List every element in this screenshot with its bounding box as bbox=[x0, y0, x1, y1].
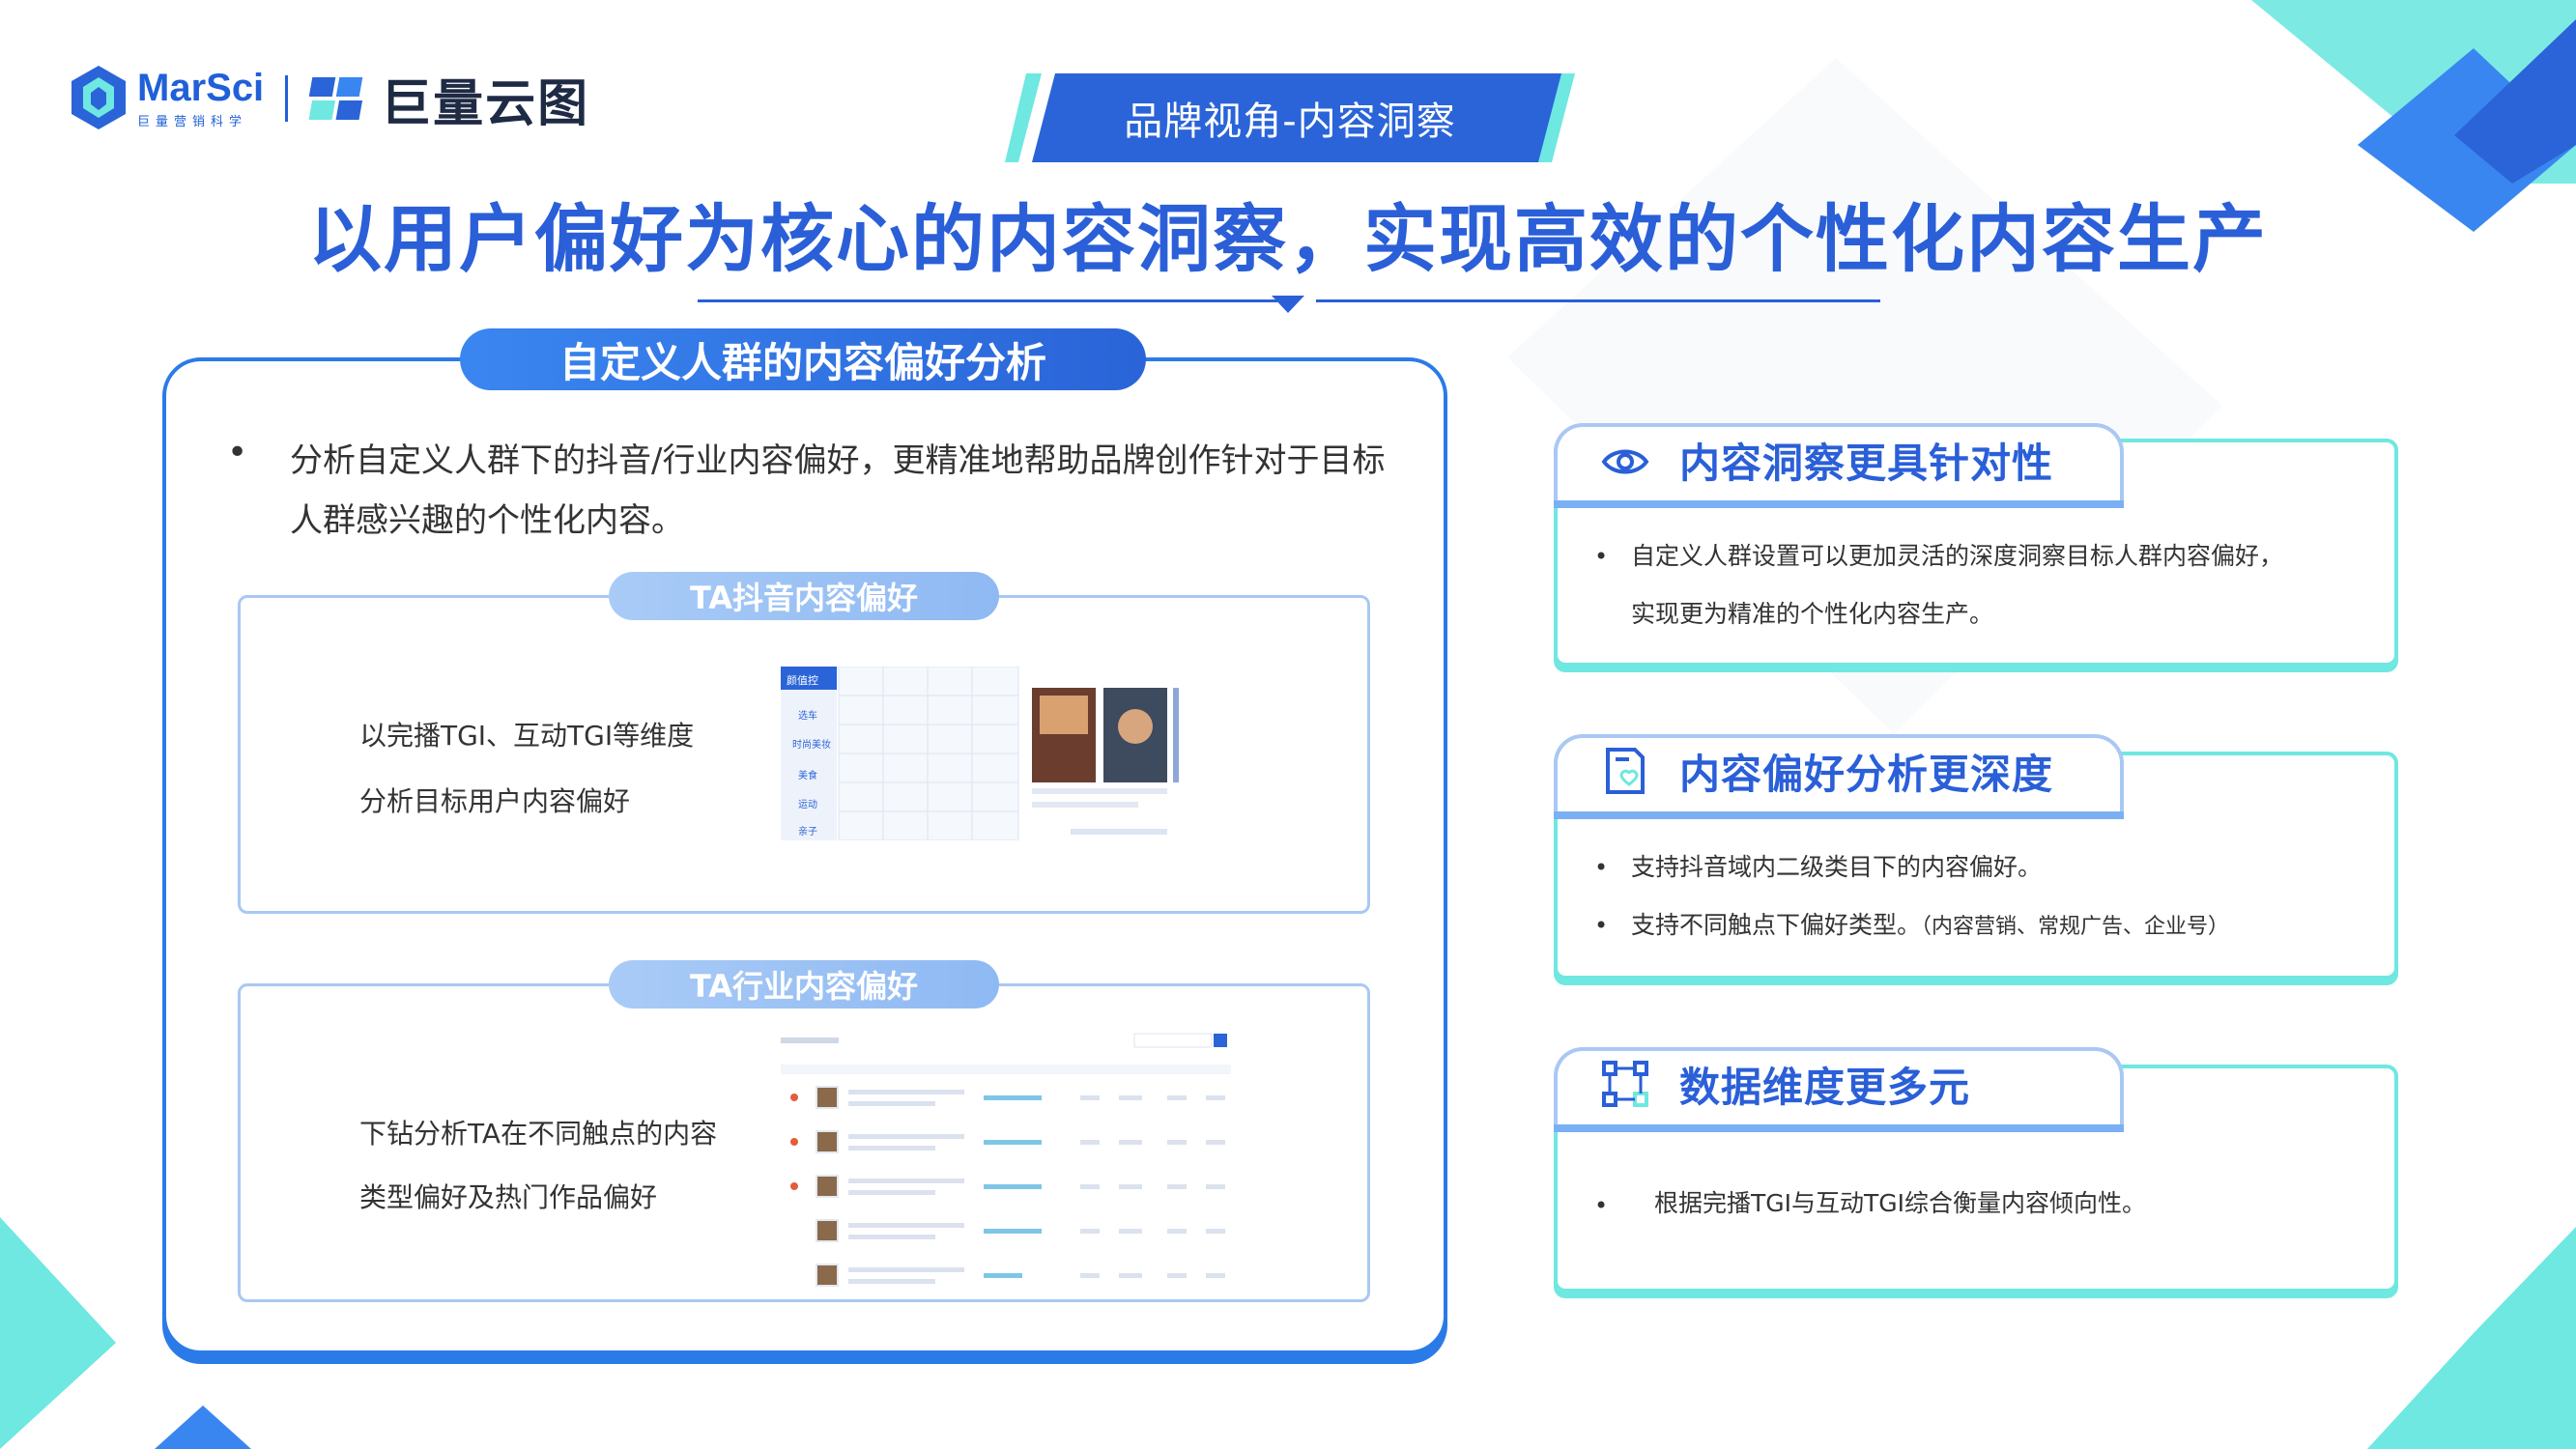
yuntu-wordmark: 巨量云图 bbox=[381, 74, 590, 133]
title-caret-icon bbox=[1272, 296, 1304, 313]
left-bullet-dot: • bbox=[227, 433, 248, 472]
title-underline-right bbox=[1316, 299, 1880, 302]
feature-text-depth-2: 支持不同触点下偏好类型。（内容营销、常规广告、企业号） bbox=[1631, 896, 2229, 956]
mini-tab-3: 时尚美妆 bbox=[792, 740, 831, 751]
feature-text-depth-note: （内容营销、常规广告、企业号） bbox=[1921, 915, 2230, 939]
industry-preference-screenshot bbox=[781, 1033, 1231, 1287]
header-logos: MarSci 巨量营销科学 巨量云图 bbox=[70, 60, 589, 137]
page-title: 以用户偏好为核心的内容洞察，实现高效的个性化内容生产 bbox=[308, 196, 2268, 282]
feature-title-targeted: 内容洞察更具针对性 bbox=[1679, 440, 2054, 487]
marsci-text: MarSci bbox=[137, 66, 265, 109]
mini-tab-6: 亲子 bbox=[798, 827, 817, 838]
feature-text-targeted-2: 实现更为精准的个性化内容生产。 bbox=[1631, 600, 1994, 628]
douyin-preference-screenshot bbox=[781, 667, 1179, 840]
bullet-dot: • bbox=[1594, 543, 1609, 570]
bullet-dot: • bbox=[1594, 1192, 1609, 1219]
section-tag: 品牌视角-内容洞察 bbox=[1005, 73, 1575, 162]
bullet-dot: • bbox=[1594, 854, 1609, 881]
feature-text-depth-2-main: 支持不同触点下偏好类型。 bbox=[1631, 911, 1922, 939]
mini-tab-5: 运动 bbox=[798, 800, 817, 810]
industry-preference-title: TA行业内容偏好 bbox=[609, 960, 999, 1009]
feature-text-targeted-1: 自定义人群设置可以更加灵活的深度洞察目标人群内容偏好， bbox=[1631, 542, 2284, 570]
yuntu-logo-icon bbox=[309, 77, 363, 120]
title-underline-left bbox=[698, 299, 1277, 302]
feature-text-depth-1: 支持抖音域内二级类目下的内容偏好。 bbox=[1631, 853, 2043, 881]
network-nodes-icon bbox=[1602, 1061, 1648, 1107]
bullet-dot: • bbox=[1594, 912, 1609, 939]
document-heart-icon bbox=[1606, 748, 1645, 794]
marsci-subtext: 巨量营销科学 bbox=[137, 114, 248, 129]
douyin-preference-line2: 分析目标用户内容偏好 bbox=[359, 785, 631, 817]
mini-tab-active: 颜值控 bbox=[787, 674, 818, 687]
feature-title-dimensions: 数据维度更多元 bbox=[1679, 1064, 1971, 1111]
mini-tab-2: 选车 bbox=[798, 711, 817, 722]
marsci-wordmark: MarSci 巨量营销科学 bbox=[137, 69, 264, 129]
section-tag-label: 品牌视角-内容洞察 bbox=[1124, 99, 1456, 144]
industry-preference-line1: 下钻分析TA在不同触点的内容 bbox=[359, 1118, 718, 1150]
marsci-logo-icon bbox=[72, 66, 126, 129]
douyin-preference-line1: 以完播TGI、互动TGI等维度 bbox=[359, 720, 695, 752]
eye-icon bbox=[1601, 449, 1649, 474]
feature-title-depth: 内容偏好分析更深度 bbox=[1679, 751, 2054, 798]
left-description: 分析自定义人群下的抖音/行业内容偏好，更精准地帮助品牌创作针对于目标人群感兴趣的… bbox=[290, 441, 1386, 540]
feature-text-dimensions-1: 根据完播TGI与互动TGI综合衡量内容倾向性。 bbox=[1654, 1189, 2147, 1217]
douyin-preference-title: TA抖音内容偏好 bbox=[609, 572, 999, 620]
logo-divider bbox=[285, 75, 289, 122]
left-panel-title: 自定义人群的内容偏好分析 bbox=[460, 328, 1146, 390]
mini-tab-4: 美食 bbox=[798, 771, 817, 781]
industry-preference-line2: 类型偏好及热门作品偏好 bbox=[359, 1181, 658, 1213]
